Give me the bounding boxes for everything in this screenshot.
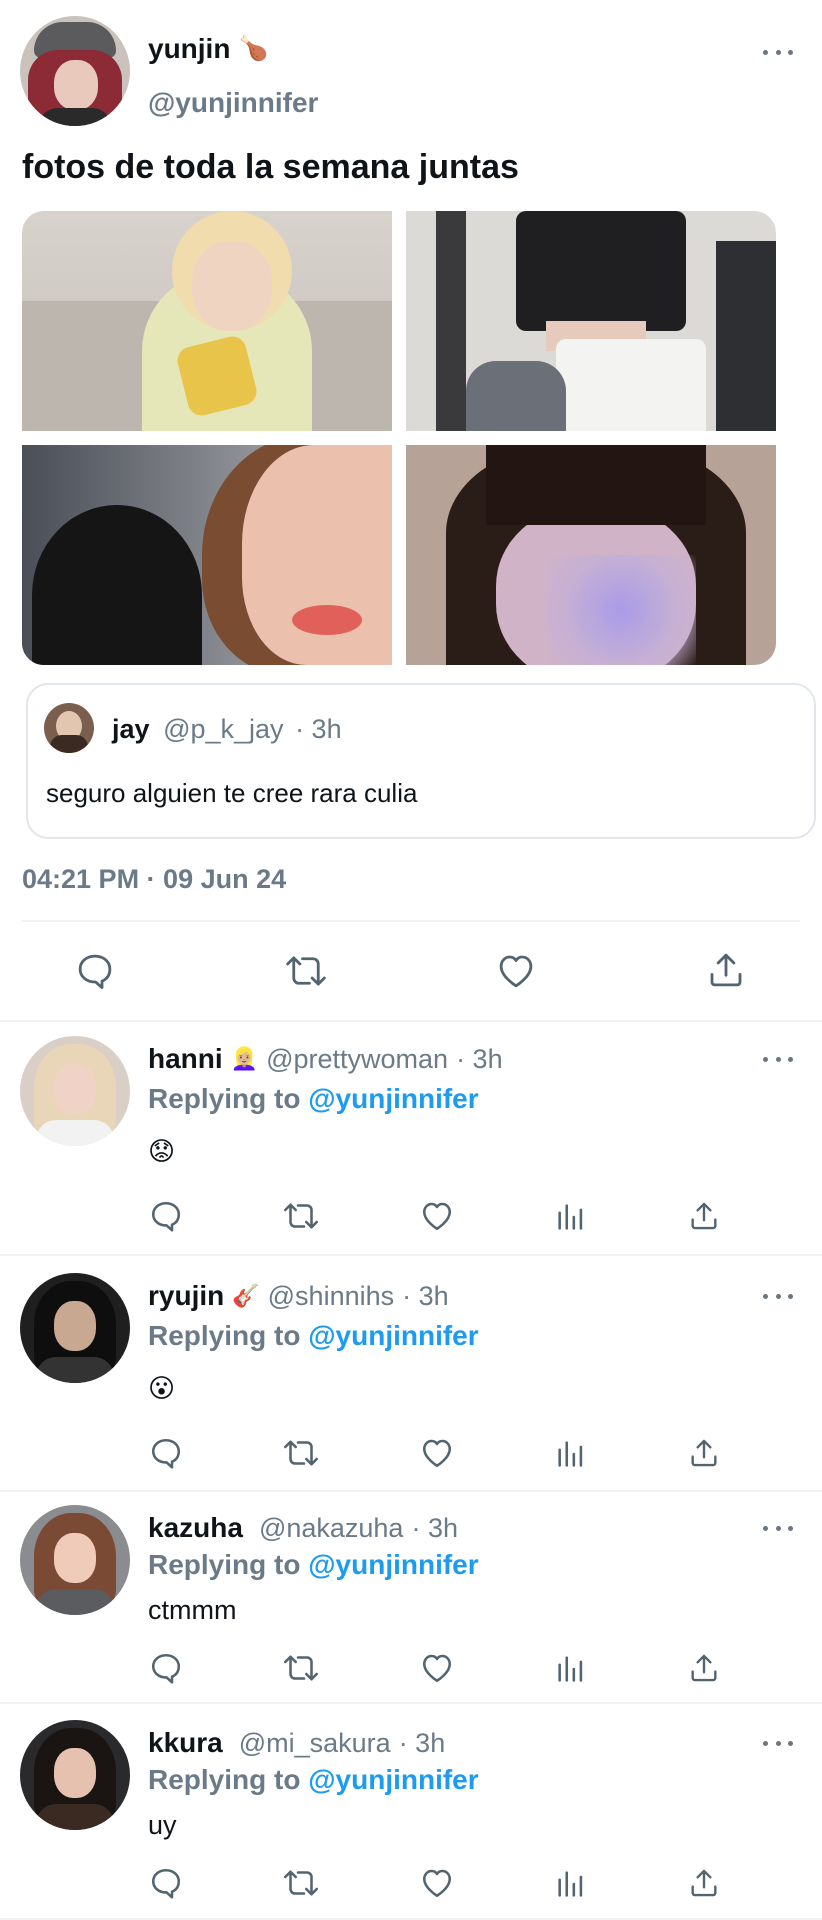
reply-icon[interactable] [148,1435,184,1471]
replying-to-line: Replying to @yunjinnifer [148,1319,479,1353]
reply-name-emoji: 👱🏼‍♀️ [230,1046,259,1071]
reply-icon[interactable] [148,1865,184,1901]
avatar-shirt [38,108,112,126]
avatar[interactable] [20,1720,130,1830]
reply-handle[interactable]: @mi_sakura [239,1726,391,1760]
share-icon[interactable] [687,1865,721,1901]
avatar[interactable] [20,16,130,126]
like-icon[interactable] [494,950,538,992]
share-icon[interactable] [687,1435,721,1471]
timestamp-divider [22,920,800,922]
retweet-icon[interactable] [283,950,329,992]
like-icon[interactable] [418,1198,456,1234]
reply-handle[interactable]: @shinnihs [268,1279,394,1313]
reply-text: ctmmm [148,1595,237,1625]
reply-header: ryujin 🎸 @shinnihs · 3h [148,1279,449,1313]
replying-to-label: Replying to [148,1083,301,1114]
avatar[interactable] [20,1505,130,1615]
quoted-handle: @p_k_jay [163,714,284,744]
replying-to-handle[interactable]: @yunjinnifer [308,1764,478,1795]
more-options-icon[interactable] [763,1291,793,1301]
retweet-icon[interactable] [281,1435,321,1471]
avatar[interactable] [20,1273,130,1383]
bar-chart-icon[interactable] [554,1200,588,1234]
avatar[interactable] [20,1036,130,1146]
quoted-text: seguro alguien te cree rara culia [46,778,418,808]
avatar-shirt [36,1589,114,1615]
reply-name-emoji: 🎸 [232,1283,260,1308]
reply-display-name[interactable]: hanni [148,1042,223,1076]
reply-text: 😮 [148,1373,176,1403]
reply-divider [0,1490,822,1492]
reply-display-name[interactable]: kazuha [148,1511,243,1545]
section-divider [0,1020,822,1022]
share-icon[interactable] [705,948,747,992]
reply-handle[interactable]: @nakazuha [259,1511,404,1545]
avatar-shirt [36,1804,114,1830]
share-icon[interactable] [687,1650,721,1686]
photo-2[interactable] [406,211,776,431]
avatar-shirt [36,1357,114,1383]
replying-to-handle[interactable]: @yunjinnifer [308,1083,478,1114]
tweet-timestamp[interactable]: 04:21 PM · 09 Jun 24 [22,862,286,896]
photo-3[interactable] [22,445,392,665]
reply-divider [0,1702,822,1704]
reply-text: 😟 [148,1136,176,1166]
replying-to-label: Replying to [148,1320,301,1351]
replying-to-label: Replying to [148,1764,301,1795]
reply-display-name[interactable]: ryujin [148,1279,224,1313]
reply-time: · 3h [398,1728,446,1758]
more-options-icon[interactable] [763,1523,793,1533]
reply-header: kazuha @nakazuha · 3h [148,1511,458,1545]
more-options-icon[interactable] [763,1054,793,1064]
avatar-shirt [36,1120,114,1146]
quoted-avatar[interactable] [44,703,94,753]
author-name-emoji: 🍗 [238,35,269,62]
quoted-display-name: jay [112,714,150,744]
reply-text: uy [148,1810,177,1840]
reply-header: hanni 👱🏼‍♀️ @prettywoman · 3h [148,1042,503,1076]
quoted-tweet[interactable]: jay @p_k_jay · 3h seguro alguien te cree… [26,683,816,839]
photo-4[interactable] [406,445,776,665]
author-display-name[interactable]: yunjin [148,32,230,66]
reply-time: · 3h [402,1281,449,1311]
photo-1[interactable] [22,211,392,431]
reply-time: · 3h [411,1513,458,1543]
quoted-time: · 3h [295,714,342,744]
retweet-icon[interactable] [281,1650,321,1686]
reply-display-name[interactable]: kkura [148,1726,223,1760]
avatar-face [54,1533,96,1583]
reply-header: kkura @mi_sakura · 3h [148,1726,445,1760]
reply-icon[interactable] [74,950,116,992]
avatar-face [54,1301,96,1351]
more-options-icon[interactable] [763,1738,793,1748]
bar-chart-icon[interactable] [554,1437,588,1471]
reply-divider [0,1254,822,1256]
replying-to-line: Replying to @yunjinnifer [148,1548,479,1582]
like-icon[interactable] [418,1650,456,1686]
bar-chart-icon[interactable] [554,1652,588,1686]
replying-to-label: Replying to [148,1549,301,1580]
avatar-face [54,60,98,110]
reply-time: · 3h [456,1044,503,1074]
more-options-icon[interactable] [763,47,793,57]
like-icon[interactable] [418,1865,456,1901]
reply-icon[interactable] [148,1198,184,1234]
replying-to-line: Replying to @yunjinnifer [148,1082,479,1116]
replying-to-handle[interactable]: @yunjinnifer [308,1549,478,1580]
author-handle[interactable]: @yunjinnifer [148,86,318,120]
like-icon[interactable] [418,1435,456,1471]
retweet-icon[interactable] [281,1198,321,1234]
tweet-text: fotos de toda la semana juntas [22,148,519,186]
bar-chart-icon[interactable] [554,1867,588,1901]
replying-to-line: Replying to @yunjinnifer [148,1763,479,1797]
reply-handle[interactable]: @prettywoman [266,1042,448,1076]
retweet-icon[interactable] [281,1865,321,1901]
share-icon[interactable] [687,1198,721,1234]
avatar-face [54,1064,96,1114]
reply-icon[interactable] [148,1650,184,1686]
avatar-face [54,1748,96,1798]
replying-to-handle[interactable]: @yunjinnifer [308,1320,478,1351]
